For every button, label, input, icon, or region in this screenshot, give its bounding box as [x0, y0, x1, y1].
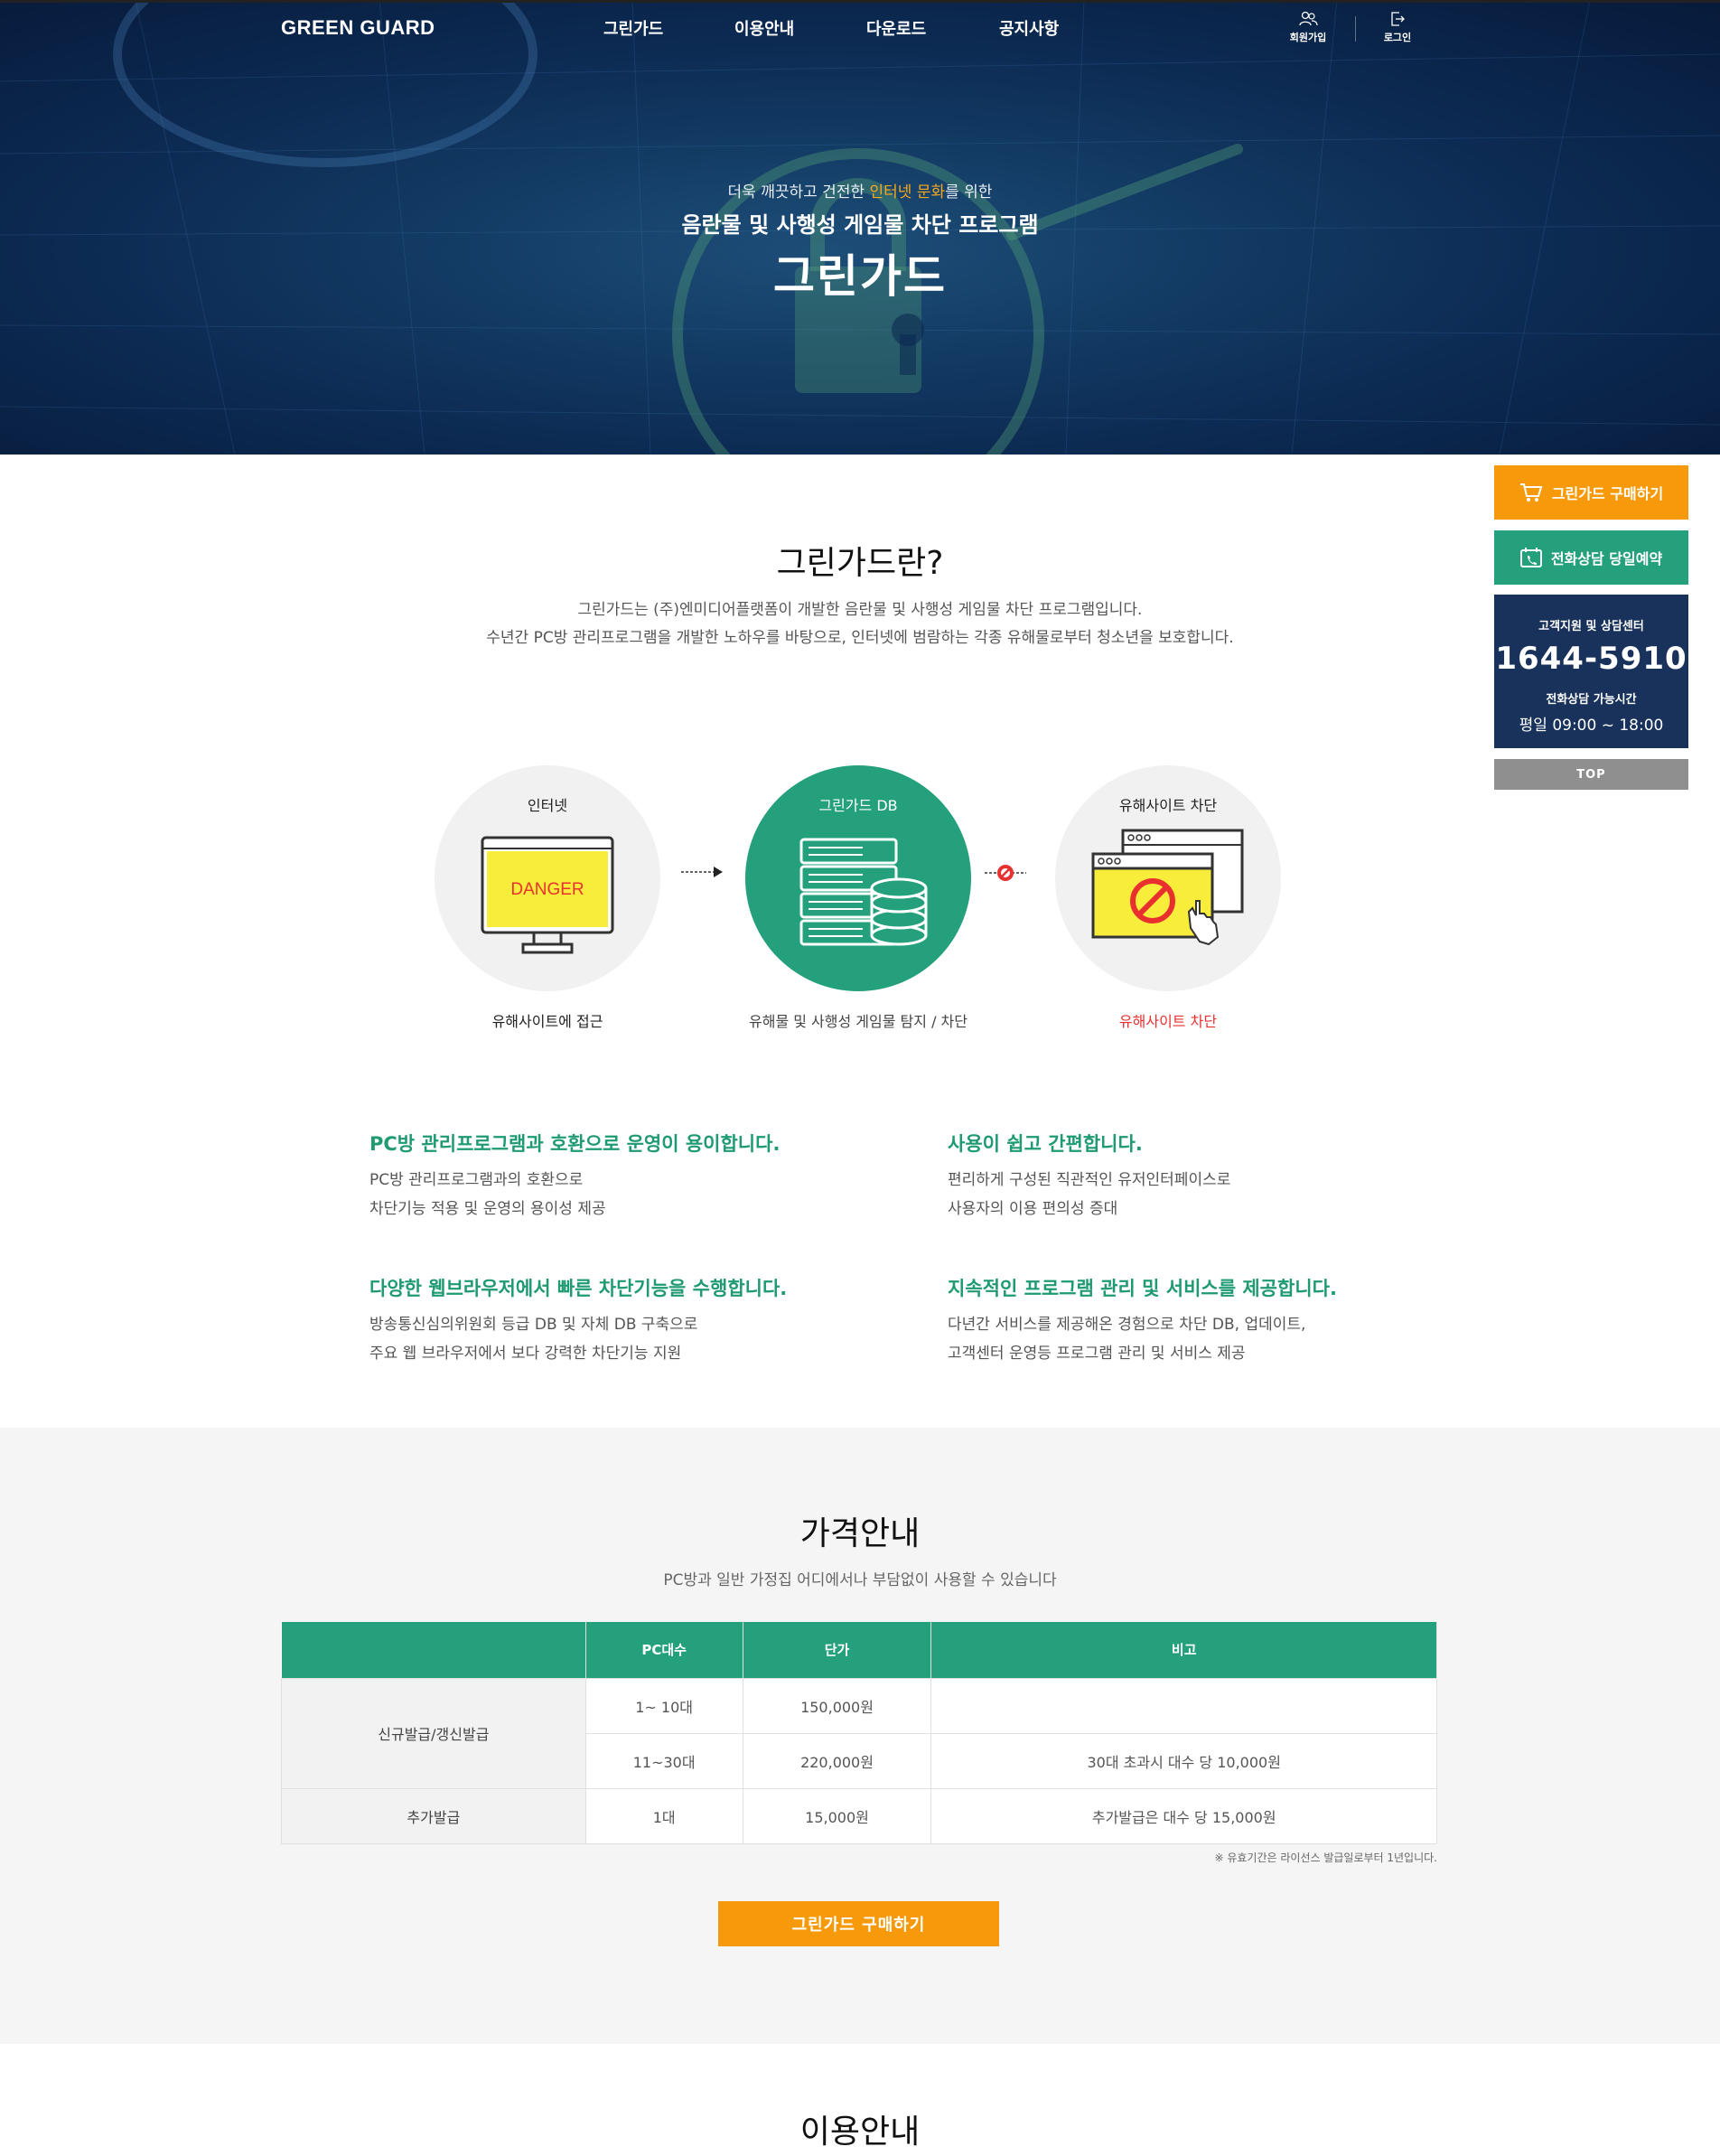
arrow-icon [681, 867, 723, 877]
feature-4-desc: 다년간 서비스를 제공해온 경험으로 차단 DB, 업데이트, 고객센터 운영등 … [948, 1316, 1306, 1363]
cell-pcs: 1대 [584, 1787, 743, 1844]
login-label: 로그인 [1383, 32, 1412, 43]
feature-2-desc: 편리하게 구성된 직관적인 유저인터페이스로 사용자의 이용 편의성 증대 [948, 1171, 1231, 1218]
header-note: 비고 [930, 1622, 1437, 1678]
scroll-top-button[interactable]: TOP [1494, 759, 1688, 790]
cell-pcs: 11~30대 [584, 1732, 743, 1789]
about-description: 그린가드는 (주)엔미디어플랫폼이 개발한 음란물 및 사행성 게임물 차단 프… [0, 596, 1720, 652]
cell-note: 30대 초과시 대수 당 10,000원 [930, 1732, 1437, 1789]
signup-link[interactable]: 회원가입 [1281, 11, 1335, 44]
util-divider [1355, 16, 1356, 42]
hero-tagline: 음란물 및 사행성 게임물 차단 프로그램 [681, 212, 1039, 238]
users-icon [1299, 11, 1318, 26]
cart-icon [1519, 483, 1543, 502]
table-row: 추가발급 1대 15,000원 추가발급은 대수 당 15,000원 [281, 1787, 1437, 1844]
cell-price: 15,000원 [742, 1787, 932, 1844]
about-desc-line2: 수년간 PC방 관리프로그램을 개발한 노하우를 바탕으로, 인터넷에 범람하는… [486, 629, 1234, 647]
row-type-additional: 추가발급 [281, 1787, 586, 1844]
login-icon [1391, 12, 1405, 26]
feature-4-title: 지속적인 프로그램 관리 및 서비스를 제공합니다. [948, 1278, 1337, 1299]
pricing-subtitle: PC방과 일반 가정집 어디에서나 부담없이 사용할 수 있습니다 [663, 1571, 1057, 1589]
hours-label: 전화상담 가능시간 [1546, 693, 1637, 707]
hero-title: 그린가드 [773, 250, 947, 303]
cell-note: 추가발급은 대수 당 15,000원 [930, 1787, 1437, 1844]
hero-subtitle-highlight: 인터넷 문화 [869, 183, 946, 202]
pricing-table: PC대수 단가 비고 신규발급/갱신발급 1~ 10대 150,000원 11~… [281, 1622, 1437, 1844]
feature-3-title: 다양한 웹브라우저에서 빠른 차단기능을 수행합니다. [369, 1278, 788, 1299]
nav-greenguard[interactable]: 그린가드 [603, 16, 663, 40]
feature-3-desc: 방송통신심의위원회 등급 DB 및 자체 DB 구축으로 주요 웹 브라우저에서 … [369, 1316, 698, 1363]
quick-buy-label: 그린가드 구매하기 [1551, 485, 1664, 502]
feature-1-title: PC방 관리프로그램과 호환으로 운영이 용이합니다. [369, 1133, 781, 1155]
pricing-footnote: ※ 유효기간은 라이선스 발급일로부터 1년입니다. [1214, 1851, 1437, 1864]
support-hours: 평일 09:00 ~ 18:00 [1519, 717, 1664, 735]
hero-banner: GREEN GUARD 그린가드 이용안내 다운로드 공지사항 회원가입 로그인… [0, 0, 1720, 455]
row-type-new: 신규발급/갱신발급 [281, 1677, 586, 1789]
greenguard-db-label: 그린가드 DB [818, 797, 898, 814]
about-title: 그린가드란? [776, 545, 944, 582]
internet-label: 인터넷 [527, 797, 568, 814]
nav-notice[interactable]: 공지사항 [999, 16, 1059, 40]
signup-label: 회원가입 [1289, 32, 1327, 43]
login-link[interactable]: 로그인 [1370, 11, 1425, 44]
top-border [0, 0, 1720, 3]
feature-2-title: 사용이 쉽고 간편합니다. [948, 1133, 1143, 1155]
cell-price: 220,000원 [742, 1732, 932, 1789]
block-sign-icon [985, 865, 1026, 881]
logo[interactable]: GREEN GUARD [281, 16, 435, 40]
internet-caption: 유해사이트에 접근 [491, 1013, 603, 1030]
header-pc-count: PC대수 [585, 1622, 743, 1678]
cell-note [930, 1677, 1437, 1734]
block-site-label: 유해사이트 차단 [1118, 797, 1218, 814]
pricing-header-row: PC대수 단가 비고 [281, 1622, 1437, 1678]
pricing-buy-button[interactable]: 그린가드 구매하기 [718, 1901, 999, 1946]
nav-download[interactable]: 다운로드 [866, 16, 926, 40]
table-row: 신규발급/갱신발급 1~ 10대 150,000원 [281, 1677, 1437, 1789]
nav-usage-guide[interactable]: 이용안내 [734, 16, 794, 40]
header-unit-price: 단가 [743, 1622, 932, 1678]
pricing-title: 가격안내 [799, 1515, 921, 1552]
danger-text: DANGER [510, 880, 584, 899]
guide-title: 이용안내 [799, 2114, 921, 2151]
hero-subtitle: 더욱 깨끗하고 건전한 인터넷 문화를 위한 [727, 183, 993, 202]
block-site-caption: 유해사이트 차단 [1118, 1013, 1218, 1030]
cell-price: 150,000원 [742, 1677, 932, 1734]
about-desc-line1: 그린가드는 (주)엔미디어플랫폼이 개발한 음란물 및 사행성 게임물 차단 프… [577, 601, 1143, 619]
quick-buy-button[interactable]: 그린가드 구매하기 [1494, 465, 1688, 520]
header-type [281, 1622, 586, 1678]
greenguard-db-caption: 유해물 및 사행성 게임물 탐지 / 차단 [749, 1013, 968, 1030]
feature-1-desc: PC방 관리프로그램과의 호환으로 차단기능 적용 및 운영의 용이성 제공 [369, 1171, 606, 1218]
cell-pcs: 1~ 10대 [584, 1677, 743, 1734]
